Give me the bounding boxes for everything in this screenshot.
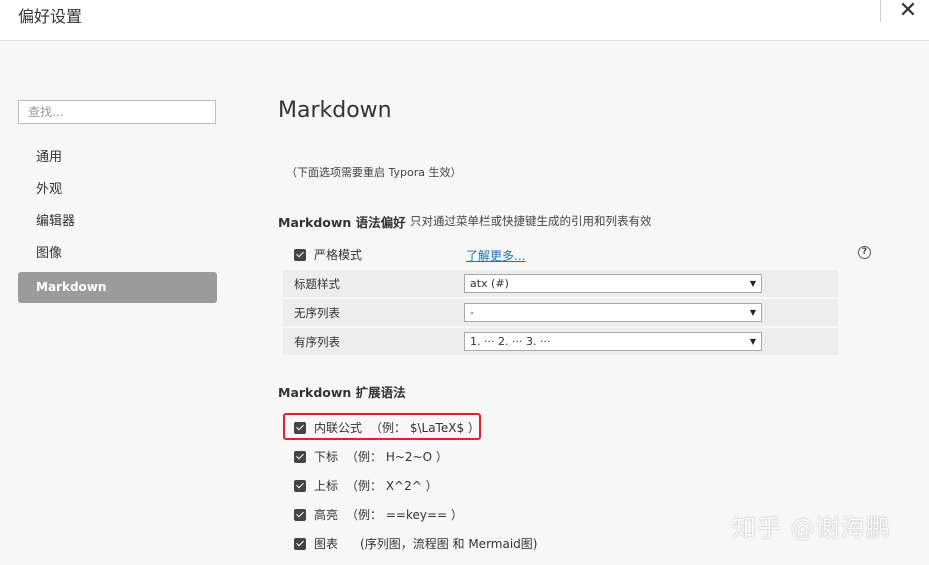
subscript-example: （例： H~2~O ） (346, 450, 448, 464)
diagrams-example: (序列图，流程图 和 Mermaid图) (360, 537, 538, 551)
superscript-option: 上标 （例： X^2^ ） (314, 477, 438, 494)
syntax-pref-title: Markdown 语法偏好 (278, 215, 406, 230)
sidebar-item-image[interactable]: 图像 (18, 239, 217, 269)
window-title: 偏好设置 (18, 7, 83, 26)
dropdown-arrow-icon: ▼ (749, 337, 756, 346)
inline-math-label: 内联公式 (314, 421, 363, 435)
inline-math-option: 内联公式 （例： $\LaTeX$ ） (314, 419, 480, 436)
ordered-list-label: 有序列表 (294, 335, 340, 349)
unordered-list-label: 无序列表 (294, 306, 340, 320)
sidebar-item-editor[interactable]: 编辑器 (18, 207, 217, 237)
subscript-label: 下标 (314, 450, 339, 464)
diagrams-option: 图表 (序列图，流程图 和 Mermaid图) (314, 535, 537, 552)
strict-mode-checkbox[interactable] (294, 249, 306, 261)
strict-mode-label: 严格模式 (314, 248, 363, 262)
sidebar-item-general[interactable]: 通用 (18, 143, 217, 173)
superscript-checkbox[interactable] (294, 480, 306, 492)
close-icon[interactable]: ✕ (891, 0, 925, 26)
heading-style-label: 标题样式 (294, 277, 340, 291)
highlight-option: 高亮 （例： ==key== ） (314, 506, 463, 523)
ordered-list-value: 1. ··· 2. ··· 3. ··· (470, 335, 551, 348)
inline-math-example: （例： $\LaTeX$ ） (370, 421, 480, 435)
heading-style-value: atx (#) (470, 277, 509, 290)
dropdown-arrow-icon: ▼ (749, 308, 756, 317)
superscript-example: （例： X^2^ ） (346, 479, 438, 493)
learn-more-link[interactable]: 了解更多... (466, 247, 525, 264)
unordered-list-select[interactable]: - ▼ (464, 303, 762, 322)
highlight-example: （例： ==key== ） (346, 508, 463, 522)
search-input[interactable] (18, 100, 216, 124)
restart-note: （下面选项需要重启 Typora 生效） (286, 166, 462, 179)
help-icon[interactable]: ? (858, 246, 871, 259)
syntax-pref-note: 只对通过菜单栏或快捷键生成的引用和列表有效 (410, 214, 652, 228)
page-title: Markdown (278, 98, 392, 123)
sidebar-item-markdown[interactable]: Markdown (18, 272, 217, 303)
inline-math-checkbox[interactable] (294, 422, 306, 434)
extended-syntax-title: Markdown 扩展语法 (278, 385, 406, 400)
watermark: 知乎 @谢海鹏 (732, 514, 891, 542)
highlight-checkbox[interactable] (294, 509, 306, 521)
dropdown-arrow-icon: ▼ (749, 279, 756, 288)
superscript-label: 上标 (314, 479, 339, 493)
sidebar-item-appearance[interactable]: 外观 (18, 175, 217, 205)
unordered-list-value: - (470, 306, 474, 319)
title-bar-divider (880, 0, 881, 22)
diagrams-label: 图表 (314, 537, 339, 551)
subscript-option: 下标 （例： H~2~O ） (314, 448, 448, 465)
diagrams-checkbox[interactable] (294, 538, 306, 550)
title-bar: 偏好设置 ✕ (0, 0, 929, 41)
highlight-label: 高亮 (314, 508, 339, 522)
ordered-list-select[interactable]: 1. ··· 2. ··· 3. ··· ▼ (464, 332, 762, 351)
heading-style-select[interactable]: atx (#) ▼ (464, 274, 762, 293)
subscript-checkbox[interactable] (294, 451, 306, 463)
